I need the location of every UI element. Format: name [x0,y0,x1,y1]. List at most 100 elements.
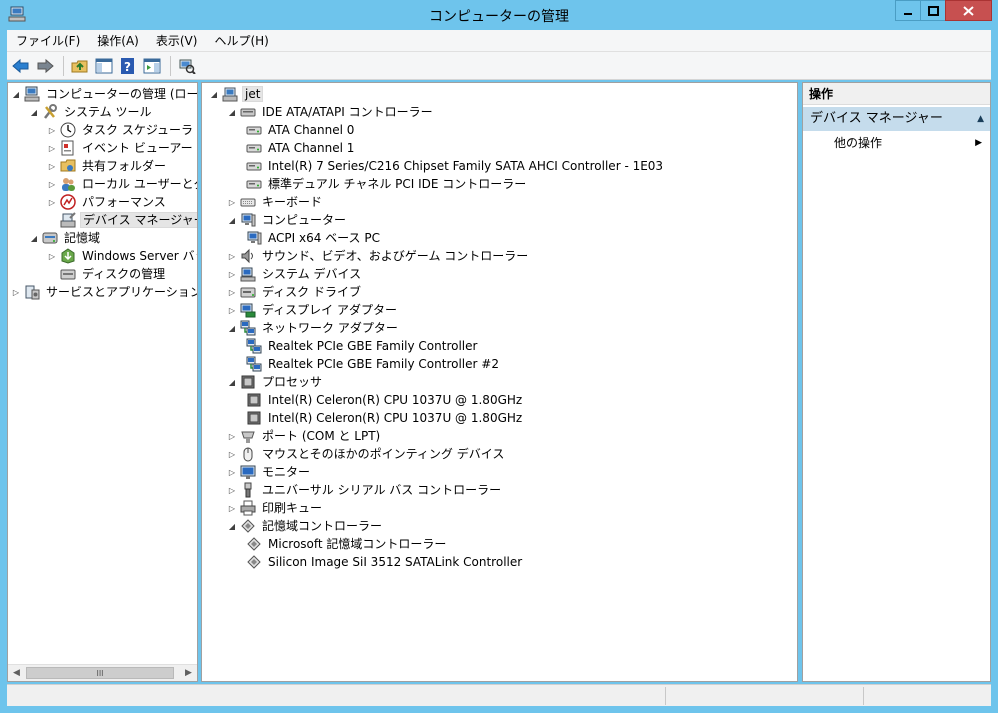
device-item[interactable]: ATA Channel 1 [246,139,356,157]
expand-triangle-icon[interactable]: ▷ [226,445,238,463]
expand-triangle-icon[interactable]: ▷ [46,193,58,211]
tree-item[interactable]: ◢ システム ツール [28,103,153,121]
device-item[interactable]: ATA Channel 0 [246,121,356,139]
device-item[interactable]: Realtek PCIe GBE Family Controller [246,337,479,355]
show-hide-action-pane-button[interactable] [141,55,163,77]
tree-item[interactable]: デバイス マネージャー [46,211,197,229]
back-button[interactable] [10,55,32,77]
device-item[interactable]: Microsoft 記憶域コントローラー [246,535,448,553]
expand-triangle-icon[interactable]: ▷ [226,247,238,265]
expand-triangle-icon[interactable]: ▷ [226,265,238,283]
forward-button[interactable] [34,55,56,77]
device-item[interactable]: 標準デュアル チャネル PCI IDE コントローラー [246,175,528,193]
collapse-arrow-icon[interactable]: ▲ [977,107,984,131]
printer-icon [240,500,256,516]
expand-triangle-icon[interactable]: ▷ [226,283,238,301]
expand-triangle-icon[interactable]: ▷ [226,427,238,445]
disk-drive-icon [240,287,256,298]
maximize-button[interactable] [920,0,946,21]
expand-triangle-icon[interactable]: ▷ [46,247,58,265]
device-category[interactable]: ▷ システム デバイス [226,265,363,283]
device-tree-root[interactable]: ◢ jet [208,85,264,103]
device-category[interactable]: ▷ ユニバーサル シリアル バス コントローラー [226,481,503,499]
device-category[interactable]: ▷ キーボード [226,193,324,211]
collapse-triangle-icon[interactable]: ◢ [28,103,40,121]
menu-action[interactable]: 操作(A) [88,30,147,52]
tree-item[interactable]: ▷ 共有フォルダー [46,157,168,175]
tree-item[interactable]: ▷ パフォーマンス [46,193,168,211]
menu-file[interactable]: ファイル(F) [7,30,88,52]
device-category[interactable]: ▷ サウンド、ビデオ、およびゲーム コントローラー [226,247,530,265]
collapse-triangle-icon[interactable]: ◢ [226,103,238,121]
collapse-triangle-icon[interactable]: ◢ [226,211,238,229]
device-tree-root-label: jet [242,86,264,102]
tree-item[interactable]: ディスクの管理 [46,265,167,283]
collapse-triangle-icon[interactable]: ◢ [10,85,22,103]
scan-hardware-button[interactable] [176,55,198,77]
expand-triangle-icon[interactable]: ▷ [226,463,238,481]
expand-triangle-icon[interactable]: ▷ [226,301,238,319]
menu-view[interactable]: 表示(V) [147,30,206,52]
collapse-triangle-icon[interactable]: ◢ [208,85,220,103]
device-category[interactable]: ◢ 記憶域コントローラー [226,517,384,535]
tree-item[interactable]: ▷ Windows Server バックアップ [46,247,197,265]
system-device-icon [240,267,256,282]
expand-triangle-icon[interactable]: ▷ [46,175,58,193]
device-category[interactable]: ◢ コンピューター [226,211,348,229]
tree-item[interactable]: ◢ 記憶域 [28,229,102,247]
collapse-triangle-icon[interactable]: ◢ [226,319,238,337]
monitor-icon [240,465,256,479]
minimize-button[interactable] [895,0,921,21]
up-one-level-button[interactable] [69,55,91,77]
port-icon [241,431,255,443]
back-arrow-icon [12,58,29,73]
device-category[interactable]: ▷ 印刷キュー [226,499,324,517]
scroll-left-arrow-icon[interactable]: ◀ [8,665,25,681]
tree-item[interactable]: ▷ サービスとアプリケーション [10,283,197,301]
device-item[interactable]: Intel(R) Celeron(R) CPU 1037U @ 1.80GHz [246,409,524,427]
expand-triangle-icon[interactable]: ▷ [10,283,22,301]
device-category[interactable]: ▷ ディスプレイ アダプター [226,301,399,319]
scroll-right-arrow-icon[interactable]: ▶ [180,665,197,681]
device-item[interactable]: Intel(R) 7 Series/C216 Chipset Family SA… [246,157,665,175]
device-item[interactable]: Intel(R) Celeron(R) CPU 1037U @ 1.80GHz [246,391,524,409]
users-icon [62,178,75,191]
expand-triangle-icon[interactable]: ▷ [226,193,238,211]
collapse-triangle-icon[interactable]: ◢ [226,373,238,391]
scrollbar-thumb[interactable]: III [26,667,174,679]
device-category[interactable]: ◢ プロセッサ [226,373,324,391]
maximize-icon [927,5,939,16]
title-bar[interactable]: コンピューターの管理 [0,0,998,30]
tree-item[interactable]: ▷ タスク スケジューラ [46,121,195,139]
device-item[interactable]: ACPI x64 ベース PC [246,229,382,247]
device-category[interactable]: ◢ IDE ATA/ATAPI コントローラー [226,103,435,121]
device-tree-pane[interactable]: ◢ jet ◢ IDE ATA/ATAPI コントローラー ATA Channel 0A… [201,82,798,682]
expand-triangle-icon[interactable]: ▷ [46,121,58,139]
device-category[interactable]: ▷ ポート (COM と LPT) [226,427,382,445]
close-button[interactable] [945,0,992,21]
more-actions-item[interactable]: 他の操作 ▶ [803,133,990,153]
help-button[interactable]: ? [117,55,139,77]
console-tree-pane[interactable]: ◢ コンピューターの管理 (ローカル) ◢ システム ツール ▷ タスク スケジューラ ▷ イ… [7,82,198,682]
actions-section-device-manager[interactable]: デバイス マネージャー ▲ [803,107,990,131]
tree-item[interactable]: ▷ イベント ビューアー [46,139,195,157]
device-category[interactable]: ◢ ネットワーク アダプター [226,319,400,337]
tree-item[interactable]: ▷ ローカル ユーザーとグループ [46,175,197,193]
collapse-triangle-icon[interactable]: ◢ [226,517,238,535]
expand-triangle-icon[interactable]: ▷ [46,157,58,175]
show-hide-console-tree-button[interactable] [93,55,115,77]
console-tree-icon [95,58,113,73]
expand-triangle-icon[interactable]: ▷ [46,139,58,157]
expand-triangle-icon[interactable]: ▷ [226,481,238,499]
collapse-triangle-icon[interactable]: ◢ [28,229,40,247]
device-item[interactable]: Silicon Image SiI 3512 SATALink Controll… [246,553,524,571]
horizontal-scrollbar[interactable]: ◀ III ▶ [8,664,197,681]
device-item[interactable]: Realtek PCIe GBE Family Controller #2 [246,355,501,373]
expand-triangle-icon[interactable]: ▷ [226,499,238,517]
device-category[interactable]: ▷ ディスク ドライブ [226,283,363,301]
device-category[interactable]: ▷ モニター [226,463,312,481]
menu-help[interactable]: ヘルプ(H) [205,30,276,52]
device-category[interactable]: ▷ マウスとそのほかのポインティング デバイス [226,445,506,463]
tree-item-label: ディスクの管理 [82,267,166,281]
tree-item[interactable]: ◢ コンピューターの管理 (ローカル) [10,85,197,103]
